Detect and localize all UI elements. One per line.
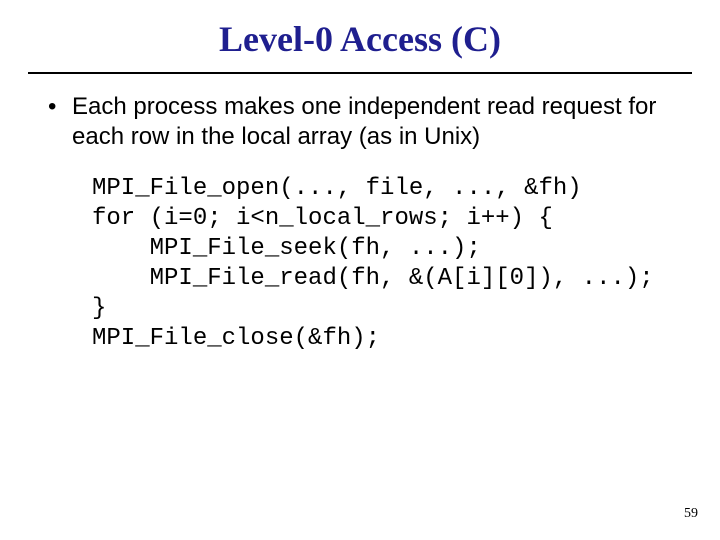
code-line-6: MPI_File_close(&fh); (92, 325, 380, 352)
bullet-text: Each process makes one independent read … (72, 93, 656, 150)
page-number: 59 (684, 506, 698, 522)
code-line-3: MPI_File_seek(fh, ...); (92, 235, 481, 262)
code-line-1: MPI_File_open(..., file, ..., &fh) (92, 175, 582, 202)
code-line-5: } (92, 295, 106, 322)
bullet-marker: • (48, 92, 56, 122)
bullet-item: • Each process makes one independent rea… (72, 92, 670, 152)
code-line-4: MPI_File_read(fh, &(A[i][0]), ...); (92, 265, 654, 292)
slide-title: Level-0 Access (C) (0, 0, 720, 72)
code-block: MPI_File_open(..., file, ..., &fh) for (… (92, 174, 720, 354)
title-rule (28, 72, 692, 74)
code-line-2: for (i=0; i<n_local_rows; i++) { (92, 205, 553, 232)
